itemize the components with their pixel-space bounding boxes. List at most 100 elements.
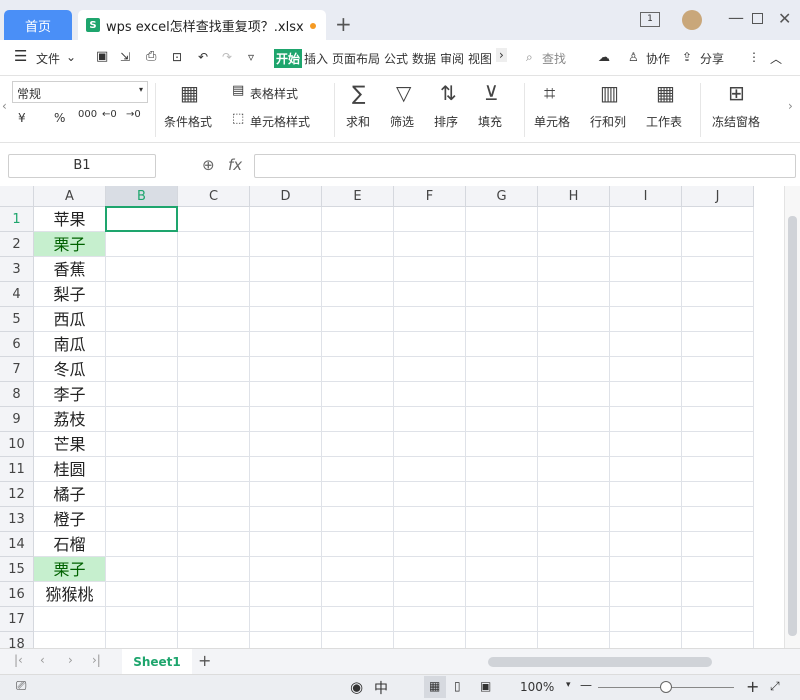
cell-g8[interactable] bbox=[466, 382, 538, 407]
cell-button[interactable]: 单元格 bbox=[534, 113, 570, 130]
cell-d10[interactable] bbox=[250, 432, 322, 457]
cell-g13[interactable] bbox=[466, 507, 538, 532]
fullscreen-icon[interactable]: ⤢ bbox=[770, 679, 780, 694]
cell-j16[interactable] bbox=[682, 582, 754, 607]
cell-h11[interactable] bbox=[538, 457, 610, 482]
cell-g10[interactable] bbox=[466, 432, 538, 457]
column-header-e[interactable]: E bbox=[322, 186, 394, 207]
cell-h7[interactable] bbox=[538, 357, 610, 382]
fill-button[interactable]: 填充 bbox=[478, 113, 502, 130]
cell-d4[interactable] bbox=[250, 282, 322, 307]
cell-i16[interactable] bbox=[610, 582, 682, 607]
cell-h8[interactable] bbox=[538, 382, 610, 407]
close-icon[interactable]: ✕ bbox=[778, 9, 791, 28]
cell-c4[interactable] bbox=[178, 282, 250, 307]
row-header-17[interactable]: 17 bbox=[0, 607, 34, 632]
cell-b16[interactable] bbox=[106, 582, 178, 607]
maximize-icon[interactable] bbox=[752, 13, 763, 24]
cell-e18[interactable] bbox=[322, 632, 394, 648]
cell-d5[interactable] bbox=[250, 307, 322, 332]
cell-g7[interactable] bbox=[466, 357, 538, 382]
tab-view[interactable]: 视图 bbox=[468, 50, 492, 67]
cell-g2[interactable] bbox=[466, 232, 538, 257]
cell-f15[interactable] bbox=[394, 557, 466, 582]
cell-h15[interactable] bbox=[538, 557, 610, 582]
cell-i9[interactable] bbox=[610, 407, 682, 432]
cell-d7[interactable] bbox=[250, 357, 322, 382]
filter-button[interactable]: 筛选 bbox=[390, 113, 414, 130]
cell-a12[interactable]: 橘子 bbox=[34, 482, 106, 507]
cell-j6[interactable] bbox=[682, 332, 754, 357]
cell-c1[interactable] bbox=[178, 207, 250, 232]
worksheet-button[interactable]: 工作表 bbox=[646, 113, 682, 130]
cell-c17[interactable] bbox=[178, 607, 250, 632]
cell-e6[interactable] bbox=[322, 332, 394, 357]
zoom-level[interactable]: 100% bbox=[520, 680, 554, 694]
cell-b8[interactable] bbox=[106, 382, 178, 407]
cell-a15[interactable]: 栗子 bbox=[34, 557, 106, 582]
cell-f7[interactable] bbox=[394, 357, 466, 382]
row-header-14[interactable]: 14 bbox=[0, 532, 34, 557]
row-header-5[interactable]: 5 bbox=[0, 307, 34, 332]
cell-b12[interactable] bbox=[106, 482, 178, 507]
cell-d12[interactable] bbox=[250, 482, 322, 507]
cell-c7[interactable] bbox=[178, 357, 250, 382]
cell-f17[interactable] bbox=[394, 607, 466, 632]
cell-j10[interactable] bbox=[682, 432, 754, 457]
row-header-10[interactable]: 10 bbox=[0, 432, 34, 457]
select-all-corner[interactable] bbox=[0, 186, 34, 207]
more-icon[interactable]: ⋮ bbox=[748, 50, 760, 64]
cell-g1[interactable] bbox=[466, 207, 538, 232]
cell-a1[interactable]: 苹果 bbox=[34, 207, 106, 232]
cell-g16[interactable] bbox=[466, 582, 538, 607]
cell-f8[interactable] bbox=[394, 382, 466, 407]
sheet-tab-active[interactable]: Sheet1 bbox=[122, 649, 192, 675]
row-header-4[interactable]: 4 bbox=[0, 282, 34, 307]
cell-c5[interactable] bbox=[178, 307, 250, 332]
cell-g14[interactable] bbox=[466, 532, 538, 557]
cell-j14[interactable] bbox=[682, 532, 754, 557]
customize-icon[interactable]: ▿ bbox=[248, 50, 254, 64]
cell-j3[interactable] bbox=[682, 257, 754, 282]
document-tab[interactable]: S wps excel怎样查找重复项？.xlsx bbox=[78, 10, 326, 40]
cell-f6[interactable] bbox=[394, 332, 466, 357]
cooperate-button[interactable]: 协作 bbox=[646, 50, 670, 67]
fx-label[interactable]: fx bbox=[228, 156, 242, 174]
sort-button[interactable]: 排序 bbox=[434, 113, 458, 130]
ribbon-right-icon[interactable]: › bbox=[788, 99, 793, 113]
cell-g3[interactable] bbox=[466, 257, 538, 282]
cell-j7[interactable] bbox=[682, 357, 754, 382]
cell-b7[interactable] bbox=[106, 357, 178, 382]
cell-g18[interactable] bbox=[466, 632, 538, 648]
cell-e12[interactable] bbox=[322, 482, 394, 507]
cell-b3[interactable] bbox=[106, 257, 178, 282]
zoom-in-icon[interactable]: + bbox=[746, 677, 759, 696]
cell-a7[interactable]: 冬瓜 bbox=[34, 357, 106, 382]
row-header-15[interactable]: 15 bbox=[0, 557, 34, 582]
vertical-scrollbar[interactable] bbox=[784, 186, 800, 648]
chevron-down-icon[interactable]: ▾ bbox=[566, 680, 571, 690]
tab-review[interactable]: 审阅 bbox=[440, 50, 464, 67]
cell-j18[interactable] bbox=[682, 632, 754, 648]
share-icon[interactable]: ⇪ bbox=[682, 50, 692, 64]
cell-f5[interactable] bbox=[394, 307, 466, 332]
cell-e9[interactable] bbox=[322, 407, 394, 432]
cell-j2[interactable] bbox=[682, 232, 754, 257]
cell-h3[interactable] bbox=[538, 257, 610, 282]
cell-h16[interactable] bbox=[538, 582, 610, 607]
cell-f10[interactable] bbox=[394, 432, 466, 457]
sum-button[interactable]: 求和 bbox=[346, 113, 370, 130]
cell-e8[interactable] bbox=[322, 382, 394, 407]
cell-j5[interactable] bbox=[682, 307, 754, 332]
cell-c9[interactable] bbox=[178, 407, 250, 432]
page-view-icon[interactable]: ▯ bbox=[454, 679, 461, 693]
cell-i15[interactable] bbox=[610, 557, 682, 582]
cell-d18[interactable] bbox=[250, 632, 322, 648]
cell-c2[interactable] bbox=[178, 232, 250, 257]
cell-g11[interactable] bbox=[466, 457, 538, 482]
window-count-icon[interactable]: 1 bbox=[640, 12, 660, 27]
cell-d8[interactable] bbox=[250, 382, 322, 407]
cell-h12[interactable] bbox=[538, 482, 610, 507]
cell-g6[interactable] bbox=[466, 332, 538, 357]
vertical-scrollbar-thumb[interactable] bbox=[788, 216, 797, 636]
